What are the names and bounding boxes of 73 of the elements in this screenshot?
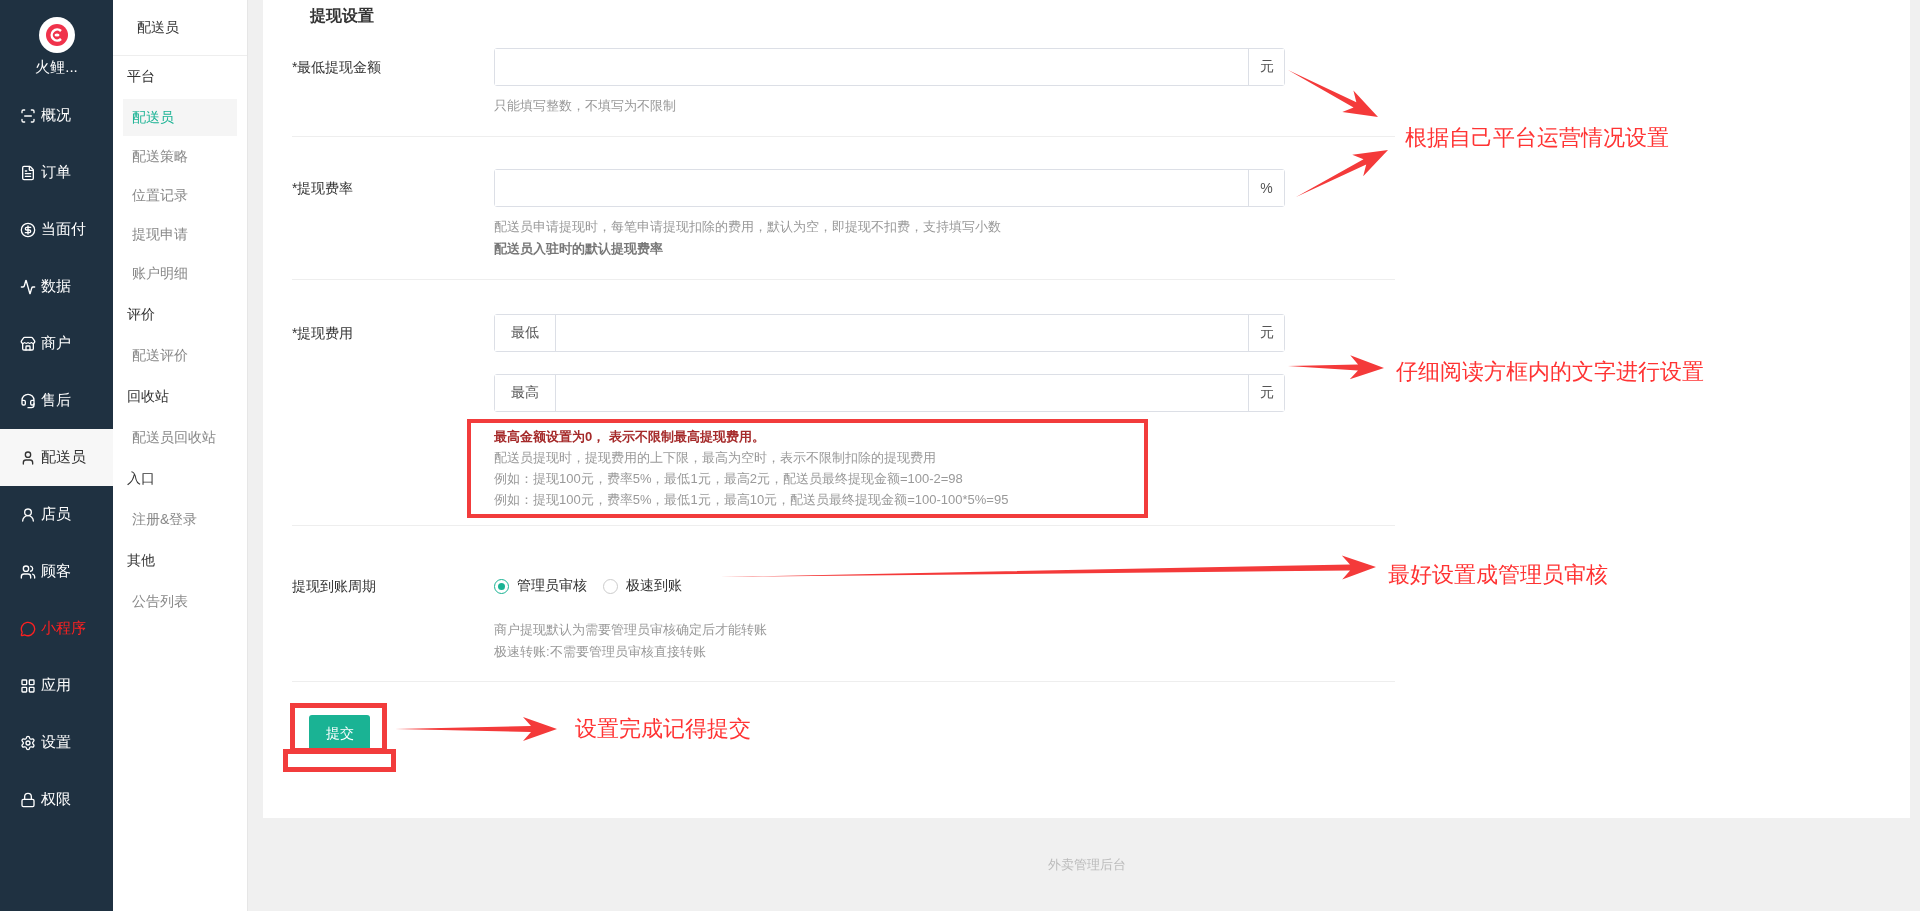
- nav-icon: [20, 791, 36, 808]
- nav-item[interactable]: 概况: [0, 87, 113, 144]
- input-field[interactable]: %: [494, 169, 1285, 207]
- nav-icon: [20, 506, 36, 523]
- hint-text: 例如：提现100元，费率5%，最低1元，最高2元，配送员最终提现金额=100-2=98: [494, 470, 964, 488]
- hint-text: 配送员提现时，提现费用的上下限，最高为空时，表示不限制扣除的提现费用: [494, 449, 937, 467]
- field-label: *提现费率: [292, 179, 355, 198]
- nav-item[interactable]: 配送员: [0, 429, 113, 486]
- group-label: 评价: [126, 304, 156, 324]
- hint-text: 只能填写整数，不填写为不限制: [494, 97, 677, 115]
- nav-item[interactable]: 店员: [0, 486, 113, 543]
- section-title: 提现设置: [308, 6, 375, 26]
- annotation-text: 仔细阅读方框内的文字进行设置: [1396, 358, 1704, 386]
- sub-nav-item[interactable]: 配送评价: [123, 337, 237, 374]
- sub-nav-item[interactable]: 公告列表: [123, 583, 237, 620]
- nav-item[interactable]: 商户: [0, 315, 113, 372]
- radio-option[interactable]: 极速到账: [603, 577, 682, 595]
- group-label: 回收站: [126, 386, 170, 406]
- nav-icon: [20, 734, 36, 751]
- input-suffix: %: [1248, 170, 1284, 206]
- hint-text: 最高金额设置为0， 表示不限制最高提现费用。: [494, 428, 766, 446]
- nav-item[interactable]: 数据: [0, 258, 113, 315]
- nav-icon: [20, 278, 36, 295]
- logo-icon: [38, 17, 75, 53]
- radio-label: 管理员审核: [517, 577, 587, 595]
- hint-text: 配送员入驻时的默认提现费率: [494, 240, 664, 258]
- nav-icon: [20, 221, 36, 238]
- nav-icon: [20, 677, 36, 694]
- field-label: *提现费用: [292, 324, 355, 343]
- nav-icon: [20, 563, 36, 580]
- nav-icon: [20, 164, 36, 181]
- radio-option[interactable]: 管理员审核: [494, 577, 587, 595]
- field-label: *最低提现金额: [292, 58, 383, 77]
- input-prefix: 最低: [495, 315, 556, 351]
- group-label: 平台: [126, 66, 156, 86]
- sub-sidebar-title: 配送员: [113, 0, 247, 56]
- nav-item[interactable]: 售后: [0, 372, 113, 429]
- nav-item[interactable]: 订单: [0, 144, 113, 201]
- nav-item[interactable]: 应用: [0, 657, 113, 714]
- annotation-text: 根据自己平台运营情况设置: [1405, 124, 1669, 152]
- nav-icon: [20, 449, 36, 466]
- sub-nav-item[interactable]: 配送员回收站: [123, 419, 237, 456]
- hint-text: 商户提现默认为需要管理员审核确定后才能转账: [494, 621, 768, 639]
- sub-nav-item[interactable]: 账户明细: [123, 255, 237, 292]
- sub-nav-item[interactable]: 注册&登录: [123, 501, 237, 538]
- group-label: 其他: [126, 550, 156, 570]
- sub-nav-item[interactable]: 提现申请: [123, 216, 237, 253]
- input-field[interactable]: 元: [494, 48, 1285, 86]
- field-label: 提现到账周期: [292, 577, 377, 596]
- input-suffix: 元: [1248, 49, 1284, 85]
- sub-nav-item[interactable]: 配送策略: [123, 138, 237, 175]
- nav-icon: [20, 392, 36, 409]
- nav-item[interactable]: 当面付: [0, 201, 113, 258]
- radio-label: 极速到账: [626, 577, 682, 595]
- nav-item[interactable]: 权限: [0, 771, 113, 828]
- app-name: 火鲤...: [35, 57, 78, 77]
- annotation-text: 设置完成记得提交: [575, 715, 751, 743]
- annotation-text: 最好设置成管理员审核: [1388, 561, 1608, 589]
- nav-icon: [20, 620, 36, 637]
- group-label: 入口: [126, 468, 156, 488]
- hint-text: 例如：提现100元，费率5%，最低1元，最高10元，配送员最终提现金额=100-100*5%=95: [494, 491, 1010, 509]
- nav-icon: [20, 335, 36, 352]
- input-prefix: 最高: [495, 375, 556, 411]
- hint-text: 配送员申请提现时，每笔申请提现扣除的费用，默认为空，即提现不扣费，支持填写小数: [494, 218, 1002, 236]
- sub-nav-item[interactable]: 位置记录: [123, 177, 237, 214]
- nav-item[interactable]: 设置: [0, 714, 113, 771]
- input-suffix: 元: [1248, 315, 1284, 351]
- nav-icon: [20, 107, 36, 124]
- hint-text: 极速转账:不需要管理员审核直接转账: [494, 643, 707, 661]
- nav-item[interactable]: 顾客: [0, 543, 113, 600]
- input-suffix: 元: [1248, 375, 1284, 411]
- input-field[interactable]: 最高 元: [494, 374, 1285, 412]
- input-field[interactable]: 最低 元: [494, 314, 1285, 352]
